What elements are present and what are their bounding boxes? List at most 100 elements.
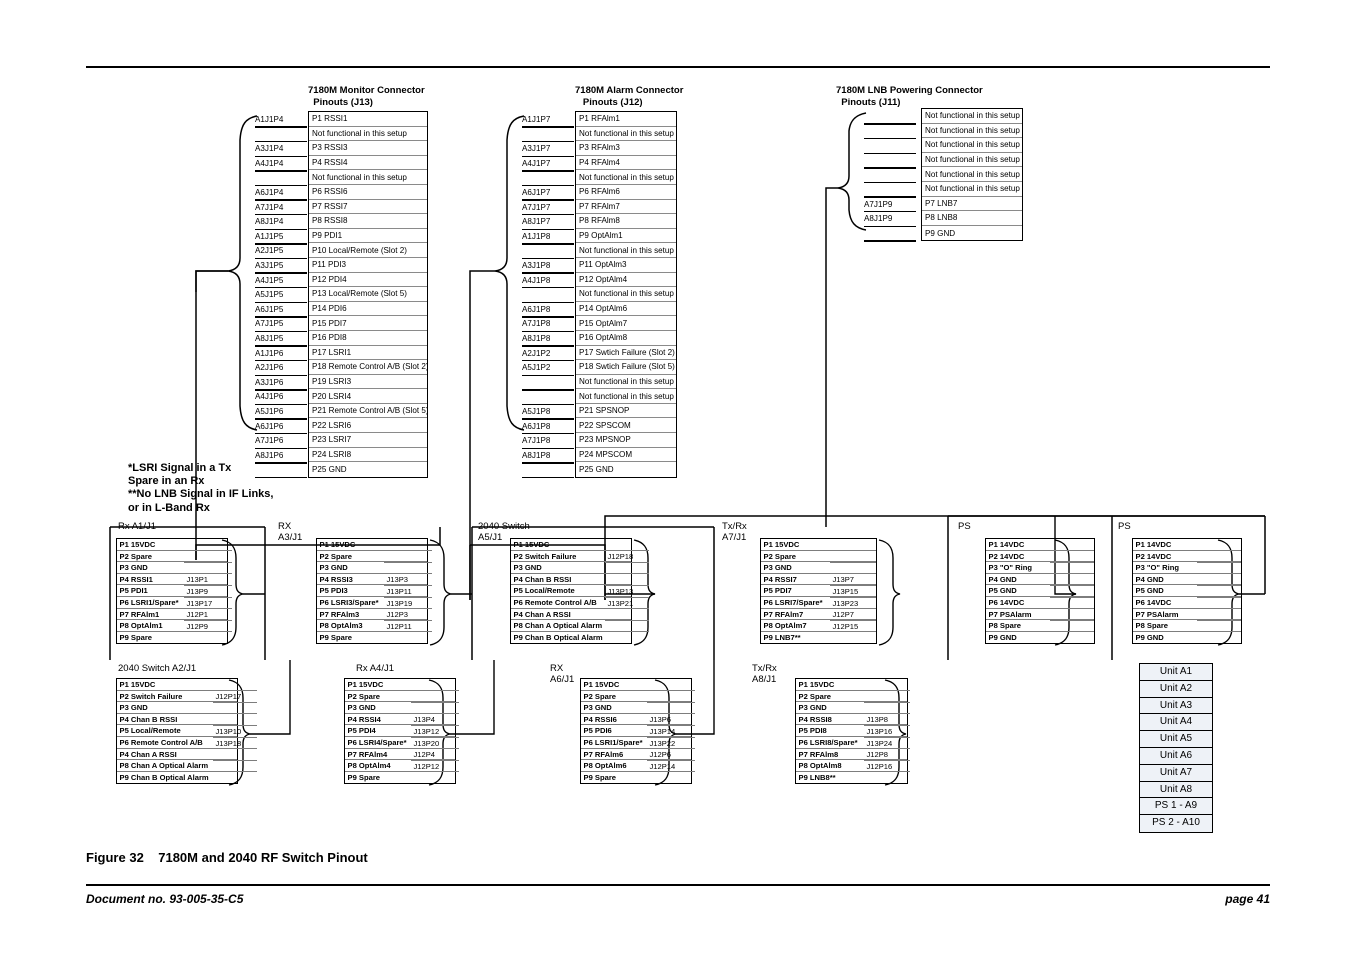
pin-label: P19 LSRI3 — [312, 376, 352, 386]
connector-ref-cell — [213, 703, 257, 715]
pin-reference: A2J1P2 — [522, 348, 551, 358]
header-rule — [86, 66, 1270, 68]
pin-reference-rule — [255, 301, 307, 303]
pin-reference-rule — [522, 476, 574, 479]
alarm-connector-title: 7180M Alarm Connector Pinouts (J12) — [575, 85, 684, 108]
pinout-row: P25 GND — [309, 462, 427, 477]
connector-refs-rx-a6-j1: J13P6 J13P14 J13P22 J12P6 J12P14 — [647, 680, 695, 784]
pin-reference-rule — [255, 126, 307, 128]
pin-reference-rule — [522, 389, 574, 391]
connector-ref-cell: J13P12 — [411, 726, 459, 738]
pinout-row: Not functional in this setup — [576, 170, 676, 185]
pin-label: P8 LNB8 — [925, 213, 958, 223]
connector-refs-switch-a2-j1: J12P17 J13P10 J13P18 — [213, 680, 257, 784]
pinout-row: P1 RSSI1 — [309, 112, 427, 127]
pin-reference: A5J1P2 — [522, 363, 551, 373]
connector-refs-ps-2 — [1197, 540, 1241, 644]
pin-label: Not functional in this setup — [579, 391, 674, 401]
connector-ref-cell — [1050, 598, 1094, 610]
connector-ref-cell — [1050, 621, 1094, 633]
connector-ref-cell: J13P21 — [605, 598, 649, 610]
pin-label: P6 RFAlm6 — [579, 187, 620, 197]
connector-ref-cell — [213, 680, 257, 692]
pin-reference-rule — [522, 462, 574, 464]
connector-ref-cell: J13P15 — [830, 586, 876, 598]
document-number: Document no. 93-005-35-C5 — [86, 892, 244, 906]
connector-ref-cell — [647, 772, 695, 784]
pin-reference: A6J1P8 — [522, 304, 551, 314]
pinout-row: P3 RSSI3 — [309, 141, 427, 156]
connector-label-txrx-a7-j1: Tx/Rx A7/J1 — [722, 521, 747, 543]
pinout-row: Not functional in this setup — [922, 109, 1022, 124]
pin-label: P4 RSSI4 — [312, 158, 348, 168]
pin-label: Not functional in this setup — [579, 172, 674, 182]
pin-reference-rule — [522, 272, 574, 274]
connector-refs-ps-1 — [1050, 540, 1094, 644]
connector-ref-cell: J13P4 — [411, 714, 459, 727]
pin-reference-rule — [255, 345, 307, 347]
pin-reference: A1J1P4 — [255, 115, 284, 124]
pin-reference: A4J1P5 — [255, 275, 284, 285]
connector-ref-cell: J13P20 — [411, 738, 459, 750]
pin-reference-rule — [255, 389, 307, 391]
pinout-row: Not functional in this setup — [309, 170, 427, 185]
connector-ref-cell: J12P18 — [605, 551, 649, 563]
unit-legend-row: Unit A3 — [1140, 698, 1212, 715]
connector-ref-cell — [864, 680, 910, 692]
pin-reference-rule — [255, 214, 307, 216]
pin-label: P14 PDI6 — [312, 304, 347, 314]
pinout-row: P22 SPSCOM — [576, 418, 676, 434]
pin-reference: A6J1P7 — [522, 188, 551, 197]
pin-reference-rule — [255, 199, 307, 201]
pin-label: P11 OptAlm3 — [579, 260, 627, 270]
pin-reference: A8J1P6 — [255, 450, 284, 460]
pin-reference-rule — [522, 214, 574, 216]
connector-ref-cell: J13P11 — [384, 586, 432, 598]
connector-ref-cell — [1050, 586, 1094, 598]
footnote-text: *LSRI Signal in a Tx Spare in an Rx **No… — [128, 462, 274, 514]
connector-ref-cell: J13P23 — [830, 598, 876, 610]
pin-reference: A1J1P5 — [255, 231, 284, 241]
connector-label-txrx-a8-j1: Tx/Rx A8/J1 — [752, 663, 777, 685]
pinout-row: P7 RSSI7 — [309, 200, 427, 215]
connector-ref-cell — [1050, 609, 1094, 621]
pin-label: P18 Remote Control A/B (Slot 2) — [312, 362, 427, 372]
pin-reference: A8J1P4 — [255, 217, 284, 227]
footer-rule — [86, 884, 1270, 886]
pin-reference: A4J1P4 — [255, 158, 284, 168]
pinout-row: P1 RFAlm1 — [576, 112, 676, 127]
connector-ref-cell — [864, 772, 910, 784]
pin-reference: A8J1P5 — [255, 334, 284, 343]
connector-ref-cell — [1197, 598, 1241, 610]
pin-reference-rule — [864, 181, 916, 184]
pin-label: Not functional in this setup — [925, 184, 1020, 194]
pinout-row: P21 Remote Control A/B (Slot 5) — [309, 404, 427, 419]
connector-ref-cell — [605, 621, 649, 633]
unit-legend-table: Unit A1 Unit A2 Unit A3 Unit A4 Unit A5 Unit … — [1139, 663, 1213, 833]
pin-reference-rule — [522, 170, 574, 172]
pin-reference: A3J1P6 — [255, 377, 284, 387]
pinout-row: P21 SPSNOP — [576, 404, 676, 419]
pin-reference: A8J1P9 — [864, 214, 893, 224]
connector-ref-cell — [384, 540, 432, 552]
connector-ref-cell — [184, 563, 232, 575]
pin-reference: A4J1P7 — [522, 158, 551, 168]
pin-reference: A8J1P8 — [522, 450, 551, 460]
pin-reference-rule — [522, 433, 574, 435]
pinout-row: Not functional in this setup — [922, 153, 1022, 168]
pin-reference: A7J1P9 — [864, 199, 893, 209]
page-number: page 41 — [1225, 892, 1270, 906]
connector-ref-cell — [411, 772, 459, 784]
pin-reference: A4J1P6 — [255, 392, 284, 402]
document-page: 7180M Monitor Connector Pinouts (J13) P1… — [0, 0, 1350, 954]
pinout-row: P22 LSRI6 — [309, 418, 427, 434]
lnb-connector-title: 7180M LNB Powering Connector Pinouts (J1… — [836, 85, 983, 108]
pin-reference: A8J1P7 — [522, 217, 551, 227]
pin-label: P18 Swtich Failure (Slot 5) — [579, 362, 675, 372]
connector-ref-cell — [1197, 563, 1241, 575]
pin-reference: A3J1P4 — [255, 144, 284, 154]
connector-ref-cell: J13P14 — [647, 726, 695, 738]
connector-ref-cell — [1197, 632, 1241, 644]
pin-reference-rule — [522, 345, 574, 347]
pin-reference: A7J1P5 — [255, 319, 284, 329]
